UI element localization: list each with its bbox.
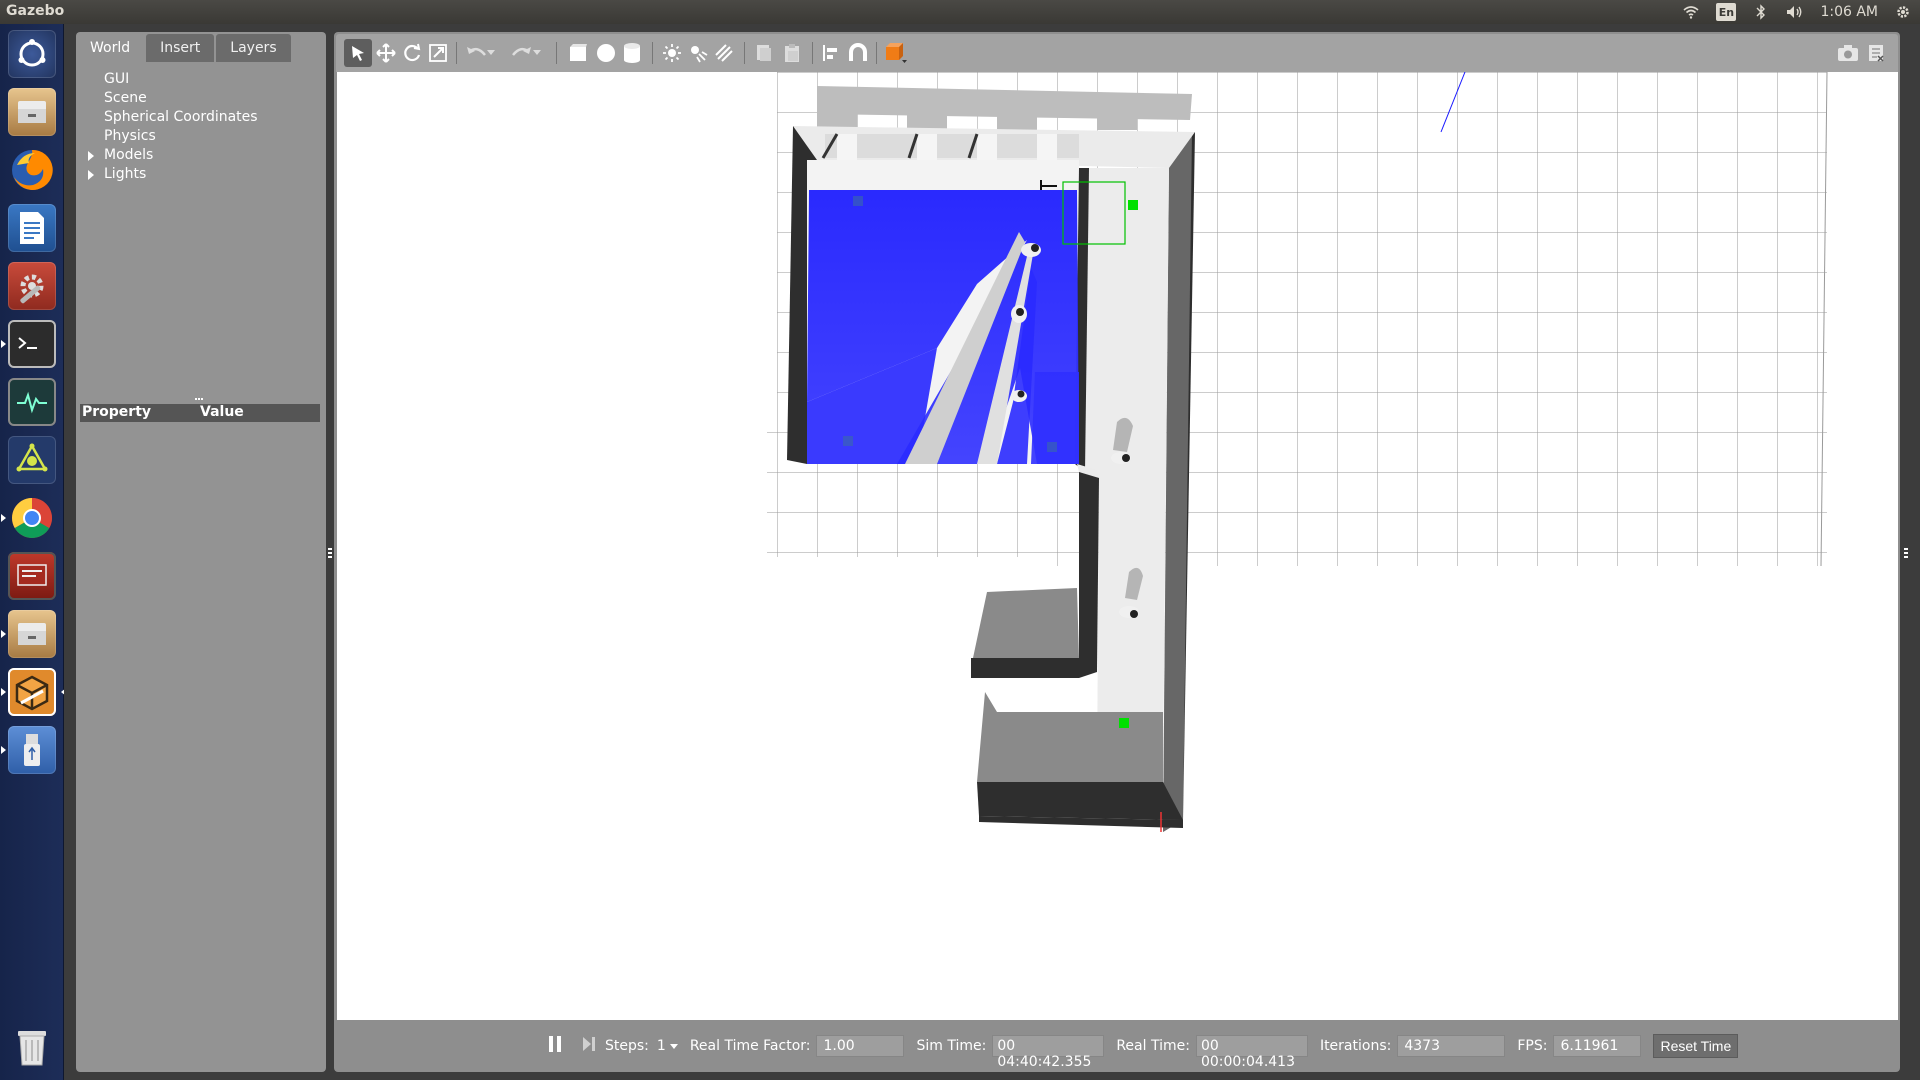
iterations-value: 4373 (1397, 1035, 1506, 1057)
gazebo-icon[interactable] (1, 666, 66, 718)
tab-layers[interactable]: Layers (216, 34, 291, 62)
panel-splitter[interactable] (195, 398, 203, 401)
pause-icon[interactable] (547, 1035, 563, 1057)
bluetooth-icon[interactable] (1752, 3, 1770, 21)
point-light-icon[interactable] (658, 39, 686, 67)
world-panel: World Insert Layers GUI Scene Spherical … (76, 32, 326, 1072)
rotate-mode-icon[interactable] (398, 39, 426, 67)
world-tree: GUI Scene Spherical Coordinates Physics … (88, 70, 258, 184)
pedestrian[interactable] (1011, 390, 1027, 402)
tree-item-gui[interactable]: GUI (94, 70, 258, 89)
ubuntu-dash-icon[interactable] (6, 28, 58, 80)
log-icon[interactable] (1862, 39, 1890, 67)
launcher (0, 24, 66, 1080)
directional-light-icon[interactable] (710, 39, 738, 67)
tab-insert[interactable]: Insert (146, 34, 215, 62)
clock[interactable]: 1:06 AM (1820, 4, 1878, 20)
system-settings-icon[interactable] (1894, 3, 1912, 21)
tree-item-spherical-coordinates[interactable]: Spherical Coordinates (94, 108, 258, 127)
screenshot-icon[interactable] (1834, 39, 1862, 67)
chrome-icon[interactable] (1, 492, 58, 544)
left-panel-handle[interactable] (328, 548, 332, 560)
copy-icon[interactable] (750, 39, 778, 67)
paste-icon[interactable] (778, 39, 806, 67)
tree-item-label: Models (104, 147, 154, 163)
tree-item-label: GUI (104, 71, 130, 87)
libreoffice-writer-icon[interactable] (6, 202, 58, 254)
rviz-icon[interactable] (6, 434, 58, 486)
expand-arrow-icon[interactable] (88, 170, 94, 180)
reset-time-button[interactable]: Reset Time (1653, 1034, 1739, 1058)
laser-scan (807, 190, 1079, 464)
spot-light-icon[interactable] (684, 39, 712, 67)
tab-world[interactable]: World (76, 34, 145, 62)
south-wall (977, 782, 1183, 820)
system-settings-icon[interactable] (6, 260, 58, 312)
pedestrian[interactable] (1011, 305, 1027, 323)
files-icon[interactable] (6, 86, 58, 138)
panel-tabs: World Insert Layers (76, 34, 291, 62)
sphere-shape-icon[interactable] (592, 39, 620, 67)
undo-history-icon[interactable] (484, 39, 498, 67)
sim-time-value: 00 04:40:42.355 (992, 1035, 1105, 1070)
tree-item-label: Physics (104, 128, 156, 144)
fps-value: 6.11961 (1553, 1035, 1642, 1057)
redo-history-icon[interactable] (530, 39, 544, 67)
right-panel-handle[interactable] (1904, 548, 1908, 560)
snap-icon[interactable] (844, 39, 872, 67)
scene-render (767, 72, 1828, 832)
expand-arrow-icon[interactable] (88, 151, 94, 161)
app-title: Gazebo (6, 3, 65, 19)
top-panel: Gazebo En 1:06 AM (0, 0, 1920, 24)
lower-room-shadow (973, 588, 1079, 658)
volume-icon[interactable] (1786, 3, 1804, 21)
trash-icon[interactable] (6, 1020, 58, 1072)
system-monitor-icon[interactable] (6, 376, 58, 428)
steps-spinner[interactable]: 1 (657, 1038, 666, 1054)
property-table-header: Property Value (80, 404, 320, 422)
cylinder-shape-icon[interactable] (618, 39, 646, 67)
wifi-icon[interactable] (1682, 3, 1700, 21)
system-tray: En 1:06 AM (1682, 0, 1912, 24)
usb-drive-icon[interactable] (1, 724, 58, 776)
rtf-value: 1.00 (816, 1035, 905, 1057)
rtf-label: Real Time Factor: (689, 1038, 811, 1054)
toolbar (336, 34, 1898, 72)
goal-marker-south[interactable] (1119, 718, 1129, 728)
tree-item-label: Scene (104, 90, 147, 106)
scale-mode-icon[interactable] (424, 39, 452, 67)
tree-item-label: Spherical Coordinates (104, 109, 258, 125)
keyboard-icon[interactable]: En (1716, 3, 1737, 21)
iterations-label: Iterations: (1319, 1038, 1392, 1054)
select-mode-icon[interactable] (344, 39, 372, 67)
tree-item-scene[interactable]: Scene (94, 89, 258, 108)
real-time-label: Real Time: (1116, 1038, 1190, 1054)
presentation-icon[interactable] (6, 550, 58, 602)
steps-dropdown-icon[interactable] (669, 1038, 678, 1054)
real-time-value: 00 00:00:04.413 (1195, 1035, 1308, 1070)
box-shape-icon[interactable] (564, 39, 592, 67)
fps-label: FPS: (1517, 1038, 1548, 1054)
pedestrian[interactable] (1021, 243, 1041, 257)
property-column-header[interactable]: Property (80, 404, 200, 422)
files-icon-2[interactable] (1, 608, 58, 660)
change-view-icon[interactable] (882, 39, 910, 67)
tree-item-models[interactable]: Models (88, 146, 258, 165)
goal-marker[interactable] (1128, 200, 1138, 210)
firefox-icon[interactable] (6, 144, 58, 196)
terminal-icon[interactable] (1, 318, 58, 370)
tree-item-lights[interactable]: Lights (88, 165, 258, 184)
translate-mode-icon[interactable] (372, 39, 400, 67)
tree-item-physics[interactable]: Physics (94, 127, 258, 146)
sim-time-label: Sim Time: (916, 1038, 987, 1054)
step-icon[interactable] (581, 1035, 597, 1057)
steps-label: Steps: (605, 1038, 649, 1054)
value-column-header[interactable]: Value (200, 404, 244, 422)
align-icon[interactable] (818, 39, 846, 67)
lower-wall (971, 658, 1079, 678)
tree-item-label: Lights (104, 166, 147, 182)
scene-viewport[interactable] (337, 72, 1898, 1020)
time-panel: Steps: 1 Real Time Factor: 1.00 Sim Time… (337, 1022, 1898, 1070)
